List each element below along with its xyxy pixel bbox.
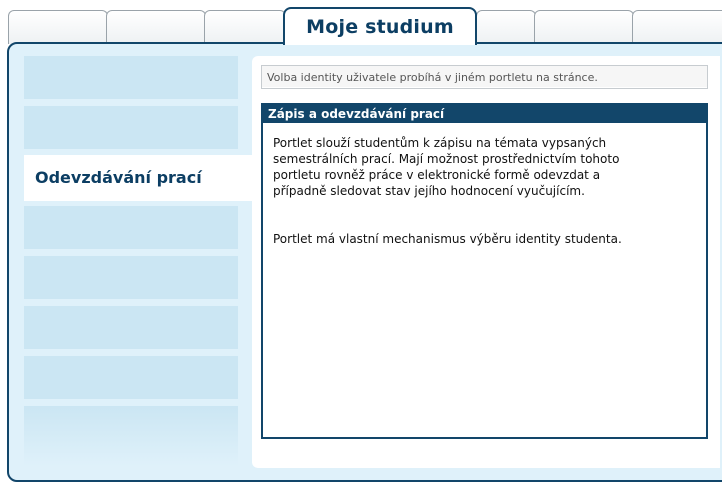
tab-moje-studium-label: Moje studium xyxy=(306,16,454,38)
sidebar-item-7[interactable] xyxy=(24,356,238,399)
portlet-paragraph-1-line-4: případně sledovat stav jejího hodnocení … xyxy=(273,184,585,198)
tab-3[interactable] xyxy=(204,10,286,44)
portlet-paragraph-1: Portlet slouží studentům k zápisu na tém… xyxy=(273,135,696,199)
portlet-title: Zápis a odevzdávání prací xyxy=(263,105,706,123)
tab-5[interactable] xyxy=(476,10,536,44)
tab-1[interactable] xyxy=(8,10,108,44)
sidebar-item-4[interactable] xyxy=(24,206,238,249)
portlet-paragraph-1-line-2: semestrálních prací. Mají možnost prostř… xyxy=(273,152,620,166)
portlet-paragraph-1-line-3: portletu rovněž práce v elektronické for… xyxy=(273,168,601,182)
sidebar-item-1[interactable] xyxy=(24,56,238,99)
sidebar-item-odevzdavani-praci[interactable]: Odevzdávání prací xyxy=(24,155,254,201)
tab-2[interactable] xyxy=(106,10,206,44)
sidebar-item-5[interactable] xyxy=(24,256,238,299)
content-panel: Volba identity uživatele probíhá v jiném… xyxy=(252,56,720,468)
sidebar-item-label: Odevzdávání prací xyxy=(35,168,202,187)
tab-moje-studium[interactable]: Moje studium xyxy=(283,7,477,45)
portlet-box: Zápis a odevzdávání prací Portlet slouží… xyxy=(261,103,708,439)
portlet-paragraph-1-line-1: Portlet slouží studentům k zápisu na tém… xyxy=(273,136,607,150)
portlet-paragraph-2: Portlet má vlastní mechanismus výběru id… xyxy=(273,232,622,246)
tab-6[interactable] xyxy=(534,10,634,44)
identity-notice: Volba identity uživatele probíhá v jiném… xyxy=(261,65,708,89)
sidebar-item-8[interactable] xyxy=(24,406,238,466)
portlet-body: Portlet slouží studentům k zápisu na tém… xyxy=(263,123,706,247)
tab-7[interactable] xyxy=(632,10,722,44)
sidebar-item-2[interactable] xyxy=(24,106,238,149)
sidebar-item-6[interactable] xyxy=(24,306,238,349)
